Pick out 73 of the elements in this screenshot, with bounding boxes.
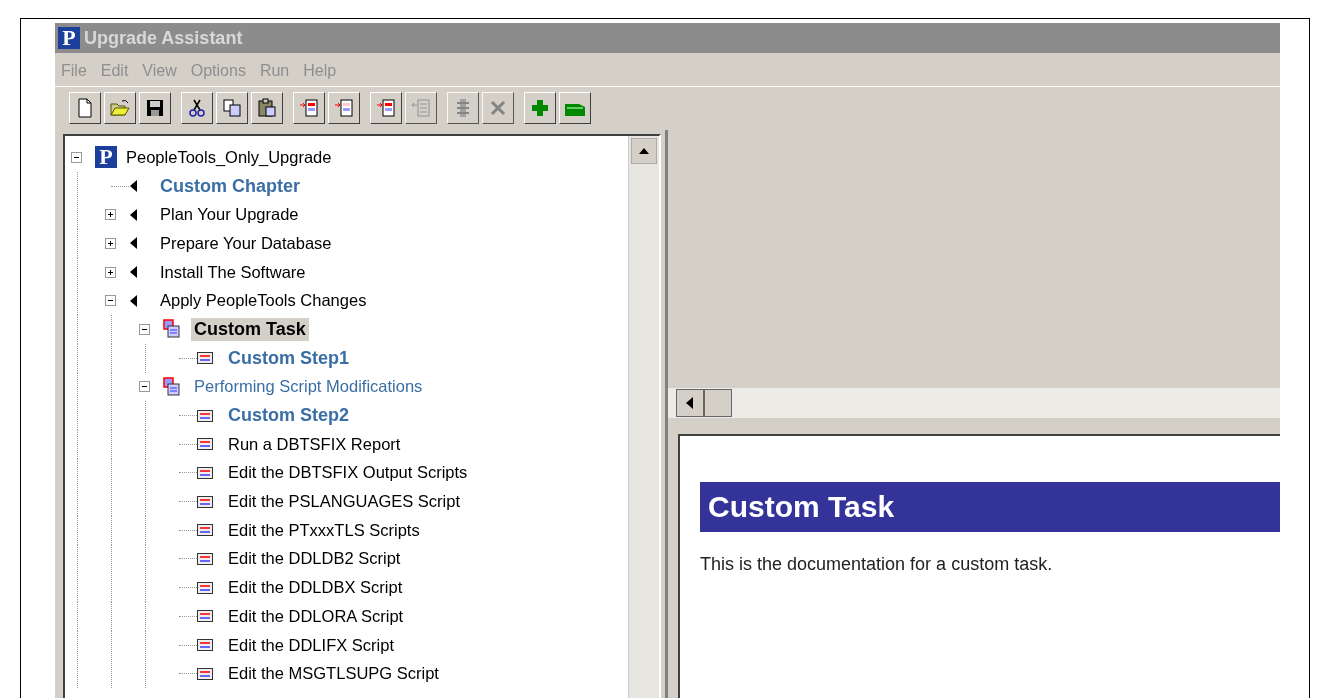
step-icon	[197, 524, 213, 537]
plus-icon	[529, 97, 551, 119]
step-icon	[197, 466, 213, 479]
horizontal-scrollbar[interactable]	[668, 388, 1280, 418]
step-icon	[197, 409, 213, 422]
tree-item[interactable]: Edit the DDLDBX Script	[225, 577, 406, 599]
collapse-icon[interactable]	[139, 323, 150, 335]
folder-icon	[109, 97, 131, 119]
toolbar-button[interactable]	[328, 92, 360, 124]
tree-item[interactable]: Custom Step2	[225, 404, 353, 428]
task-icon	[163, 376, 181, 397]
tree-item[interactable]: Edit the MSGTLSUPG Script	[225, 663, 442, 685]
toolbar-button[interactable]	[370, 92, 402, 124]
step-icon	[197, 667, 213, 680]
tree-item[interactable]: Edit the DDLIFX Script	[225, 634, 397, 656]
step-icon	[197, 610, 213, 623]
tree-item[interactable]: Edit the DBTSFIX Output Scripts	[225, 462, 471, 484]
tree-item[interactable]: Apply PeopleTools Changes	[157, 290, 370, 312]
document-text: This is the documentation for a custom task.	[700, 554, 1054, 575]
collapse-icon[interactable]	[71, 151, 82, 163]
toolbar-button[interactable]	[181, 92, 213, 124]
task-icon	[163, 319, 181, 340]
chapter-icon	[129, 207, 139, 222]
app-logo: P	[58, 27, 80, 49]
tree-item[interactable]: Edit the PTxxxTLS Scripts	[225, 519, 423, 541]
tree-item[interactable]: Custom Step1	[225, 346, 353, 370]
tree-item[interactable]: Install The Software	[157, 261, 309, 283]
list-insert-icon	[298, 97, 320, 119]
toolbar-button[interactable]	[139, 92, 171, 124]
collapse-icon[interactable]	[105, 295, 116, 307]
expand-icon[interactable]	[105, 266, 116, 278]
tree-item[interactable]: Custom Chapter	[157, 174, 303, 198]
toolbar-button[interactable]	[524, 92, 556, 124]
collapse-icon[interactable]	[139, 381, 150, 393]
step-icon	[197, 352, 213, 365]
step-icon	[197, 581, 213, 594]
tree-item[interactable]: Prepare Your Database	[157, 232, 335, 254]
toolbar-button[interactable]	[293, 92, 325, 124]
list-arrow-icon	[410, 97, 432, 119]
scroll-up-icon[interactable]	[631, 138, 657, 164]
copy-icon	[221, 97, 243, 119]
step-icon	[197, 495, 213, 508]
step-icon	[197, 438, 213, 451]
document-heading: Custom Task	[700, 482, 1280, 532]
step-icon	[197, 552, 213, 565]
tree-item[interactable]: Custom Task	[191, 317, 309, 341]
expand-icon[interactable]	[105, 237, 116, 249]
tree-item[interactable]: PeopleTools_Only_Upgrade	[123, 146, 335, 168]
toolbar-button[interactable]	[69, 92, 101, 124]
tree-item[interactable]: Run a DBTSFIX Report	[225, 433, 404, 455]
chapter-icon	[129, 236, 139, 251]
expand-icon[interactable]	[105, 209, 116, 221]
window-title: Upgrade Assistant	[84, 27, 243, 49]
chapter-icon	[129, 293, 139, 308]
scissors-icon	[186, 97, 208, 119]
scroll-left-icon[interactable]	[676, 389, 732, 417]
step-icon	[197, 639, 213, 652]
toolbar-button[interactable]	[216, 92, 248, 124]
list-insert-icon	[333, 97, 355, 119]
tree-item[interactable]: Performing Script Modifications	[191, 376, 426, 398]
toolbar-button[interactable]	[251, 92, 283, 124]
tree-item[interactable]: Edit the DDLORA Script	[225, 605, 407, 627]
root-badge: P	[95, 146, 117, 169]
list-insert-icon	[375, 97, 397, 119]
vertical-scrollbar[interactable]	[628, 136, 659, 698]
tree-item[interactable]: Edit the PSLANGUAGES Script	[225, 491, 463, 513]
chapter-icon	[129, 265, 139, 280]
chapter-icon	[129, 179, 139, 194]
tree-item[interactable]: Edit the DDLDB2 Script	[225, 548, 404, 570]
toolbar-button[interactable]	[559, 92, 591, 124]
clipboard-icon	[256, 97, 278, 119]
toolbar-button[interactable]	[104, 92, 136, 124]
tree-item[interactable]: Plan Your Upgrade	[157, 204, 302, 226]
